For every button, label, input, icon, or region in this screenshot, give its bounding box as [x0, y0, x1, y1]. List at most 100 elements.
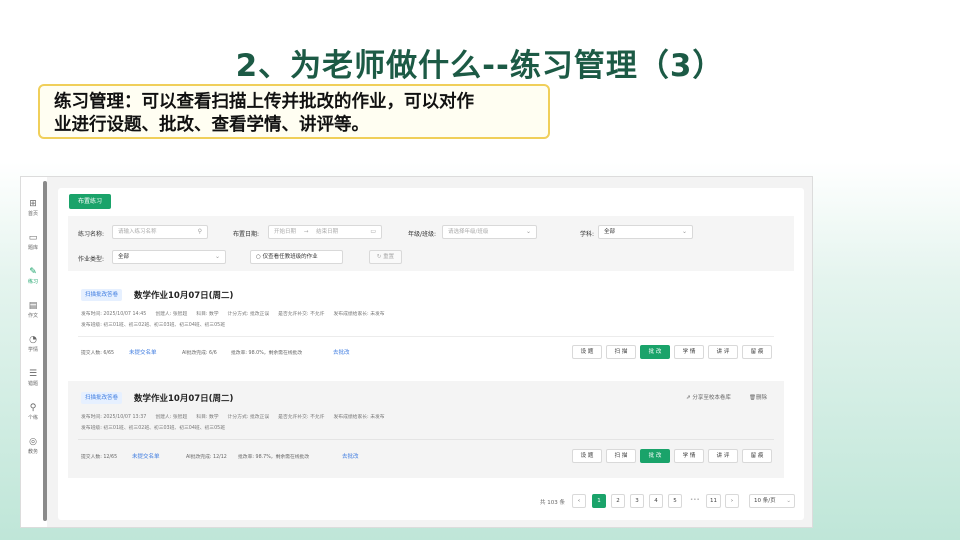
card-title[interactable]: 数学作业10月07日(周二): [134, 289, 233, 301]
homework-card: 扫描批改答卷 数学作业10月07日(周二) 发布时间: 2025/10/07 1…: [68, 283, 784, 375]
sidebar-item-practice[interactable]: ✎ 练习: [21, 267, 45, 285]
trace-button[interactable]: 留 痕: [742, 345, 772, 359]
sidebar-item-label: 题库: [27, 245, 38, 251]
unsubmitted-list-link[interactable]: 未提交名单: [129, 348, 157, 356]
document-icon: ▤: [28, 301, 38, 311]
card-title[interactable]: 数学作业10月07日(周二): [134, 392, 233, 404]
main-panel: 布置练习 练习名称: 请输入练习名称 ⚲ 布置日期: 开始日期 → 结束日期 ▭…: [58, 188, 804, 520]
submitted-count: 提交人数: 6/65: [81, 351, 115, 356]
practice-name-input[interactable]: 请输入练习名称 ⚲: [112, 225, 208, 239]
submitted-count: 提交人数: 12/65: [81, 455, 118, 460]
chevron-down-icon: ⌄: [681, 228, 687, 235]
callout-line-1: 练习管理：可以查看扫描上传并批改的作业，可以对作: [54, 92, 474, 112]
page-5[interactable]: 5: [668, 494, 682, 508]
filter-area: 练习名称: 请输入练习名称 ⚲ 布置日期: 开始日期 → 结束日期 ▭ 年级/班…: [68, 216, 794, 271]
set-questions-button[interactable]: 设 题: [572, 449, 602, 463]
chevron-down-icon: ⌄: [786, 498, 791, 504]
pagination: 共 103 条 ‹ 1 2 3 4 5 ••• 11 › 10 条/页 ⌄: [58, 494, 804, 510]
sidebar-scrollbar[interactable]: [43, 181, 47, 521]
homework-type-select[interactable]: 全部 ⌄: [112, 250, 226, 264]
next-page-button[interactable]: ›: [725, 494, 739, 508]
set-questions-button[interactable]: 设 题: [572, 345, 602, 359]
page-ellipsis[interactable]: •••: [687, 494, 703, 508]
date-label: 布置日期:: [233, 231, 260, 238]
page-1[interactable]: 1: [592, 494, 606, 508]
subject-label: 学科:: [580, 231, 595, 238]
ai-grading-count: AI批改完成: 6/6: [182, 351, 217, 356]
app-screenshot: ⊞ 首页 ▭ 题库 ✎ 练习 ▤ 作文 ◔ 学情 ☰ 错题 ⚲ 个练 ◎ 教务: [20, 176, 813, 528]
grade-class-label: 年级/班级:: [408, 231, 437, 238]
unsubmitted-list-link[interactable]: 未提交名单: [132, 452, 160, 460]
page-2[interactable]: 2: [611, 494, 625, 508]
reset-button[interactable]: ↻ 重置: [369, 250, 402, 264]
folder-icon: ▭: [28, 233, 38, 243]
homework-card: 扫描批改答卷 数学作业10月07日(周二) ⇗ 分享至校本卷库 🗑︎删除 发布时…: [68, 381, 784, 478]
date-range-input[interactable]: 开始日期 → 结束日期 ▭: [268, 225, 382, 239]
target-icon: ◎: [29, 437, 37, 447]
card-classes: 发布班级: 初三01班、初三02班、初三03班、初三04班、初三05班: [81, 426, 225, 431]
prev-page-button[interactable]: ‹: [572, 494, 586, 508]
slide-title: 2、为老师做什么--练习管理（3）: [235, 48, 725, 84]
grade-button[interactable]: 批 改: [640, 449, 670, 463]
own-classes-radio[interactable]: ○ 仅查看任教班级的作业: [250, 250, 343, 264]
assign-practice-button[interactable]: 布置练习: [69, 194, 111, 209]
sidebar-item-label: 练习: [27, 279, 38, 285]
chevron-down-icon: ⌄: [214, 253, 220, 260]
sidebar-item-label: 学情: [27, 347, 38, 353]
sidebar-item-label: 作文: [27, 313, 38, 319]
page-last[interactable]: 11: [706, 494, 721, 508]
pie-chart-icon: ◔: [29, 335, 37, 345]
magnifier-icon: ⚲: [29, 403, 37, 413]
card-meta: 发布时间: 2025/10/07 13:37 创建人: 张智超 科目: 数学 计分方式…: [81, 415, 385, 420]
subject-select[interactable]: 全部 ⌄: [598, 225, 693, 239]
search-icon: ⚲: [197, 228, 202, 235]
scan-button[interactable]: 扫 描: [606, 345, 636, 359]
learning-button[interactable]: 学 情: [674, 449, 704, 463]
card-divider: [78, 439, 774, 440]
ai-grading-count: AI批改完成: 12/12: [186, 455, 227, 460]
review-button[interactable]: 讲 评: [708, 345, 738, 359]
sidebar: ⊞ 首页 ▭ 题库 ✎ 练习 ▤ 作文 ◔ 学情 ☰ 错题 ⚲ 个练 ◎ 教务: [21, 177, 47, 527]
sidebar-item-personal[interactable]: ⚲ 个练: [21, 403, 45, 421]
sidebar-item-label: 教务: [27, 449, 38, 455]
sidebar-item-wrong-questions[interactable]: ☰ 错题: [21, 369, 45, 387]
grading-rate: 批改率: 98.0%，剩余需在线批改: [231, 351, 303, 356]
page-3[interactable]: 3: [630, 494, 644, 508]
go-grade-link[interactable]: 去批改: [342, 452, 359, 460]
homework-type-label: 作业类型:: [78, 256, 105, 263]
card-classes: 发布班级: 初三01班、初三02班、初三03班、初三04班、初三05班: [81, 323, 225, 328]
card-divider: [78, 336, 774, 337]
grid-icon: ⊞: [29, 199, 37, 209]
page-4[interactable]: 4: [649, 494, 663, 508]
grading-rate: 批改率: 98.7%，剩余需在线批改: [238, 455, 310, 460]
page-size-select[interactable]: 10 条/页 ⌄: [749, 494, 795, 508]
trace-button[interactable]: 留 痕: [742, 449, 772, 463]
scan-button[interactable]: 扫 描: [606, 449, 636, 463]
total-count: 共 103 条: [540, 500, 565, 506]
delete-button[interactable]: 🗑︎删除: [749, 393, 767, 401]
share-to-library-button[interactable]: ⇗ 分享至校本卷库: [686, 393, 731, 401]
sidebar-item-label: 首页: [27, 211, 38, 217]
callout-box: 练习管理：可以查看扫描上传并批改的作业，可以对作 业进行设题、批改、查看学情、讲…: [38, 84, 550, 139]
type-tag: 扫描批改答卷: [81, 289, 123, 301]
review-button[interactable]: 讲 评: [708, 449, 738, 463]
callout-line-2: 业进行设题、批改、查看学情、讲评等。: [54, 115, 369, 135]
trash-icon: 🗑︎: [749, 395, 756, 401]
sidebar-item-academic[interactable]: ◎ 教务: [21, 437, 45, 455]
type-tag: 扫描批改答卷: [81, 392, 123, 404]
sidebar-item-essay[interactable]: ▤ 作文: [21, 301, 45, 319]
sidebar-item-learning[interactable]: ◔ 学情: [21, 335, 45, 353]
sidebar-item-label: 错题: [27, 381, 38, 387]
grade-class-select[interactable]: 请选择年级/班级 ⌄: [442, 225, 537, 239]
chevron-down-icon: ⌄: [525, 228, 531, 235]
pencil-icon: ✎: [29, 267, 37, 277]
calendar-icon: ▭: [370, 228, 376, 235]
list-icon: ☰: [28, 369, 38, 379]
sidebar-item-home[interactable]: ⊞ 首页: [21, 199, 45, 217]
learning-button[interactable]: 学 情: [674, 345, 704, 359]
card-meta: 发布时间: 2025/10/07 14:45 创建人: 张智超 科目: 数学 计分方式…: [81, 312, 385, 317]
sidebar-item-question-bank[interactable]: ▭ 题库: [21, 233, 45, 251]
grade-button[interactable]: 批 改: [640, 345, 670, 359]
go-grade-link[interactable]: 去批改: [333, 348, 350, 356]
practice-name-label: 练习名称:: [78, 231, 105, 238]
